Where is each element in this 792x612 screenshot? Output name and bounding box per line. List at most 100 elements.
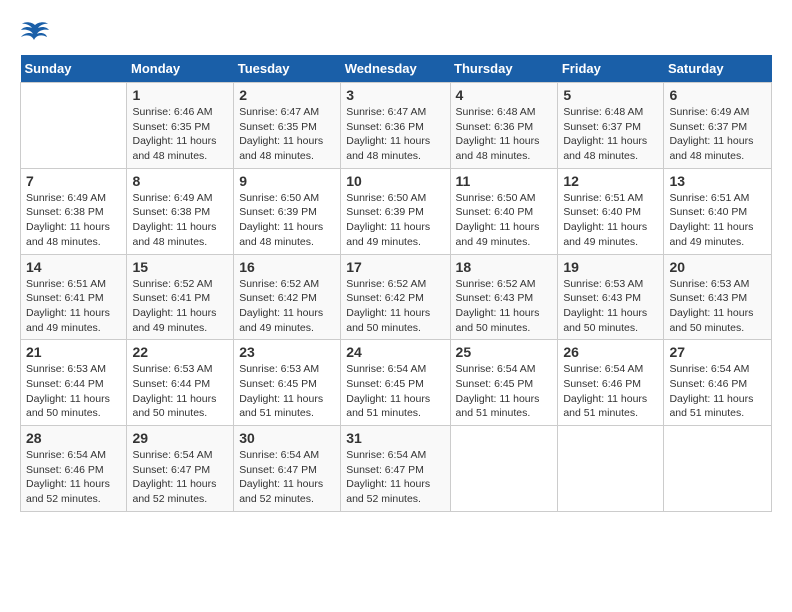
calendar-cell: 3 Sunrise: 6:47 AMSunset: 6:36 PMDaylight… (341, 83, 450, 169)
day-info: Sunrise: 6:54 AMSunset: 6:46 PMDaylight:… (669, 362, 766, 421)
day-number: 20 (669, 259, 766, 275)
day-number: 3 (346, 87, 444, 103)
calendar-cell: 15Sunrise: 6:52 AMSunset: 6:41 PMDayligh… (127, 254, 234, 340)
calendar-cell: 11 Sunrise: 6:50 AMSunset: 6:40 PMDayligh… (450, 168, 558, 254)
logo-icon (20, 20, 50, 45)
weekday-header: Friday (558, 55, 664, 83)
calendar-cell: 26 Sunrise: 6:54 AMSunset: 6:46 PMDayligh… (558, 340, 664, 426)
day-info: Sunrise: 6:49 AMSunset: 6:37 PMDaylight:… (669, 105, 766, 164)
day-info: Sunrise: 6:51 AMSunset: 6:40 PMDaylight:… (563, 191, 658, 250)
weekday-header: Thursday (450, 55, 558, 83)
calendar-cell: 12 Sunrise: 6:51 AMSunset: 6:40 PMDayligh… (558, 168, 664, 254)
calendar-cell: 21 Sunrise: 6:53 AMSunset: 6:44 PMDayligh… (21, 340, 127, 426)
day-info: Sunrise: 6:51 AMSunset: 6:41 PMDaylight:… (26, 277, 121, 336)
calendar-body: 1 Sunrise: 6:46 AMSunset: 6:35 PMDaylight… (21, 83, 772, 512)
calendar-cell: 25 Sunrise: 6:54 AMSunset: 6:45 PMDayligh… (450, 340, 558, 426)
weekday-header: Wednesday (341, 55, 450, 83)
day-info: Sunrise: 6:53 AMSunset: 6:43 PMDaylight:… (563, 277, 658, 336)
day-number: 15 (132, 259, 228, 275)
day-number: 9 (239, 173, 335, 189)
calendar-cell: 28 Sunrise: 6:54 AMSunset: 6:46 PMDayligh… (21, 426, 127, 512)
calendar-cell: 27Sunrise: 6:54 AMSunset: 6:46 PMDayligh… (664, 340, 772, 426)
calendar-cell: 29 Sunrise: 6:54 AMSunset: 6:47 PMDayligh… (127, 426, 234, 512)
calendar-cell: 20 Sunrise: 6:53 AMSunset: 6:43 PMDayligh… (664, 254, 772, 340)
day-number: 18 (456, 259, 553, 275)
day-info: Sunrise: 6:47 AMSunset: 6:35 PMDaylight:… (239, 105, 335, 164)
day-number: 24 (346, 344, 444, 360)
day-number: 11 (456, 173, 553, 189)
calendar-week-row: 14 Sunrise: 6:51 AMSunset: 6:41 PMDayligh… (21, 254, 772, 340)
day-info: Sunrise: 6:54 AMSunset: 6:45 PMDaylight:… (456, 362, 553, 421)
calendar-header-row: SundayMondayTuesdayWednesdayThursdayFrid… (21, 55, 772, 83)
day-info: Sunrise: 6:53 AMSunset: 6:43 PMDaylight:… (669, 277, 766, 336)
day-number: 30 (239, 430, 335, 446)
page-header (20, 20, 772, 45)
day-info: Sunrise: 6:54 AMSunset: 6:47 PMDaylight:… (239, 448, 335, 507)
day-info: Sunrise: 6:50 AMSunset: 6:40 PMDaylight:… (456, 191, 553, 250)
weekday-header: Sunday (21, 55, 127, 83)
day-number: 7 (26, 173, 121, 189)
calendar-week-row: 1 Sunrise: 6:46 AMSunset: 6:35 PMDaylight… (21, 83, 772, 169)
calendar-cell: 1 Sunrise: 6:46 AMSunset: 6:35 PMDaylight… (127, 83, 234, 169)
day-number: 31 (346, 430, 444, 446)
day-info: Sunrise: 6:50 AMSunset: 6:39 PMDaylight:… (239, 191, 335, 250)
calendar-cell: 30 Sunrise: 6:54 AMSunset: 6:47 PMDayligh… (234, 426, 341, 512)
day-info: Sunrise: 6:53 AMSunset: 6:44 PMDaylight:… (26, 362, 121, 421)
calendar-cell: 13 Sunrise: 6:51 AMSunset: 6:40 PMDayligh… (664, 168, 772, 254)
day-number: 28 (26, 430, 121, 446)
day-info: Sunrise: 6:52 AMSunset: 6:42 PMDaylight:… (346, 277, 444, 336)
day-number: 22 (132, 344, 228, 360)
calendar-cell (558, 426, 664, 512)
day-number: 16 (239, 259, 335, 275)
day-info: Sunrise: 6:52 AMSunset: 6:43 PMDaylight:… (456, 277, 553, 336)
calendar-cell: 10Sunrise: 6:50 AMSunset: 6:39 PMDayligh… (341, 168, 450, 254)
day-number: 14 (26, 259, 121, 275)
day-info: Sunrise: 6:48 AMSunset: 6:37 PMDaylight:… (563, 105, 658, 164)
calendar-cell: 24 Sunrise: 6:54 AMSunset: 6:45 PMDayligh… (341, 340, 450, 426)
day-info: Sunrise: 6:54 AMSunset: 6:47 PMDaylight:… (132, 448, 228, 507)
calendar-cell (450, 426, 558, 512)
day-number: 1 (132, 87, 228, 103)
day-number: 25 (456, 344, 553, 360)
calendar-cell: 23 Sunrise: 6:53 AMSunset: 6:45 PMDayligh… (234, 340, 341, 426)
day-number: 23 (239, 344, 335, 360)
day-info: Sunrise: 6:54 AMSunset: 6:46 PMDaylight:… (563, 362, 658, 421)
day-number: 19 (563, 259, 658, 275)
day-number: 29 (132, 430, 228, 446)
calendar-week-row: 7 Sunrise: 6:49 AMSunset: 6:38 PMDaylight… (21, 168, 772, 254)
calendar-cell: 14 Sunrise: 6:51 AMSunset: 6:41 PMDayligh… (21, 254, 127, 340)
calendar-cell: 16 Sunrise: 6:52 AMSunset: 6:42 PMDayligh… (234, 254, 341, 340)
day-number: 10 (346, 173, 444, 189)
day-number: 26 (563, 344, 658, 360)
weekday-header: Tuesday (234, 55, 341, 83)
day-info: Sunrise: 6:54 AMSunset: 6:45 PMDaylight:… (346, 362, 444, 421)
day-number: 17 (346, 259, 444, 275)
calendar-week-row: 21 Sunrise: 6:53 AMSunset: 6:44 PMDayligh… (21, 340, 772, 426)
logo (20, 20, 54, 45)
day-number: 12 (563, 173, 658, 189)
day-number: 13 (669, 173, 766, 189)
calendar-week-row: 28 Sunrise: 6:54 AMSunset: 6:46 PMDayligh… (21, 426, 772, 512)
calendar-cell: 19 Sunrise: 6:53 AMSunset: 6:43 PMDayligh… (558, 254, 664, 340)
calendar-cell: 7 Sunrise: 6:49 AMSunset: 6:38 PMDaylight… (21, 168, 127, 254)
day-info: Sunrise: 6:53 AMSunset: 6:45 PMDaylight:… (239, 362, 335, 421)
day-info: Sunrise: 6:51 AMSunset: 6:40 PMDaylight:… (669, 191, 766, 250)
day-info: Sunrise: 6:54 AMSunset: 6:46 PMDaylight:… (26, 448, 121, 507)
calendar-cell: 6 Sunrise: 6:49 AMSunset: 6:37 PMDaylight… (664, 83, 772, 169)
calendar-cell: 4 Sunrise: 6:48 AMSunset: 6:36 PMDaylight… (450, 83, 558, 169)
day-number: 6 (669, 87, 766, 103)
calendar-cell: 5 Sunrise: 6:48 AMSunset: 6:37 PMDaylight… (558, 83, 664, 169)
day-number: 5 (563, 87, 658, 103)
day-info: Sunrise: 6:52 AMSunset: 6:42 PMDaylight:… (239, 277, 335, 336)
day-info: Sunrise: 6:53 AMSunset: 6:44 PMDaylight:… (132, 362, 228, 421)
day-info: Sunrise: 6:49 AMSunset: 6:38 PMDaylight:… (26, 191, 121, 250)
day-info: Sunrise: 6:49 AMSunset: 6:38 PMDaylight:… (132, 191, 228, 250)
calendar-cell: 8Sunrise: 6:49 AMSunset: 6:38 PMDaylight… (127, 168, 234, 254)
day-number: 2 (239, 87, 335, 103)
day-number: 21 (26, 344, 121, 360)
day-info: Sunrise: 6:48 AMSunset: 6:36 PMDaylight:… (456, 105, 553, 164)
day-info: Sunrise: 6:47 AMSunset: 6:36 PMDaylight:… (346, 105, 444, 164)
calendar-cell: 2 Sunrise: 6:47 AMSunset: 6:35 PMDaylight… (234, 83, 341, 169)
day-number: 4 (456, 87, 553, 103)
day-info: Sunrise: 6:46 AMSunset: 6:35 PMDaylight:… (132, 105, 228, 164)
